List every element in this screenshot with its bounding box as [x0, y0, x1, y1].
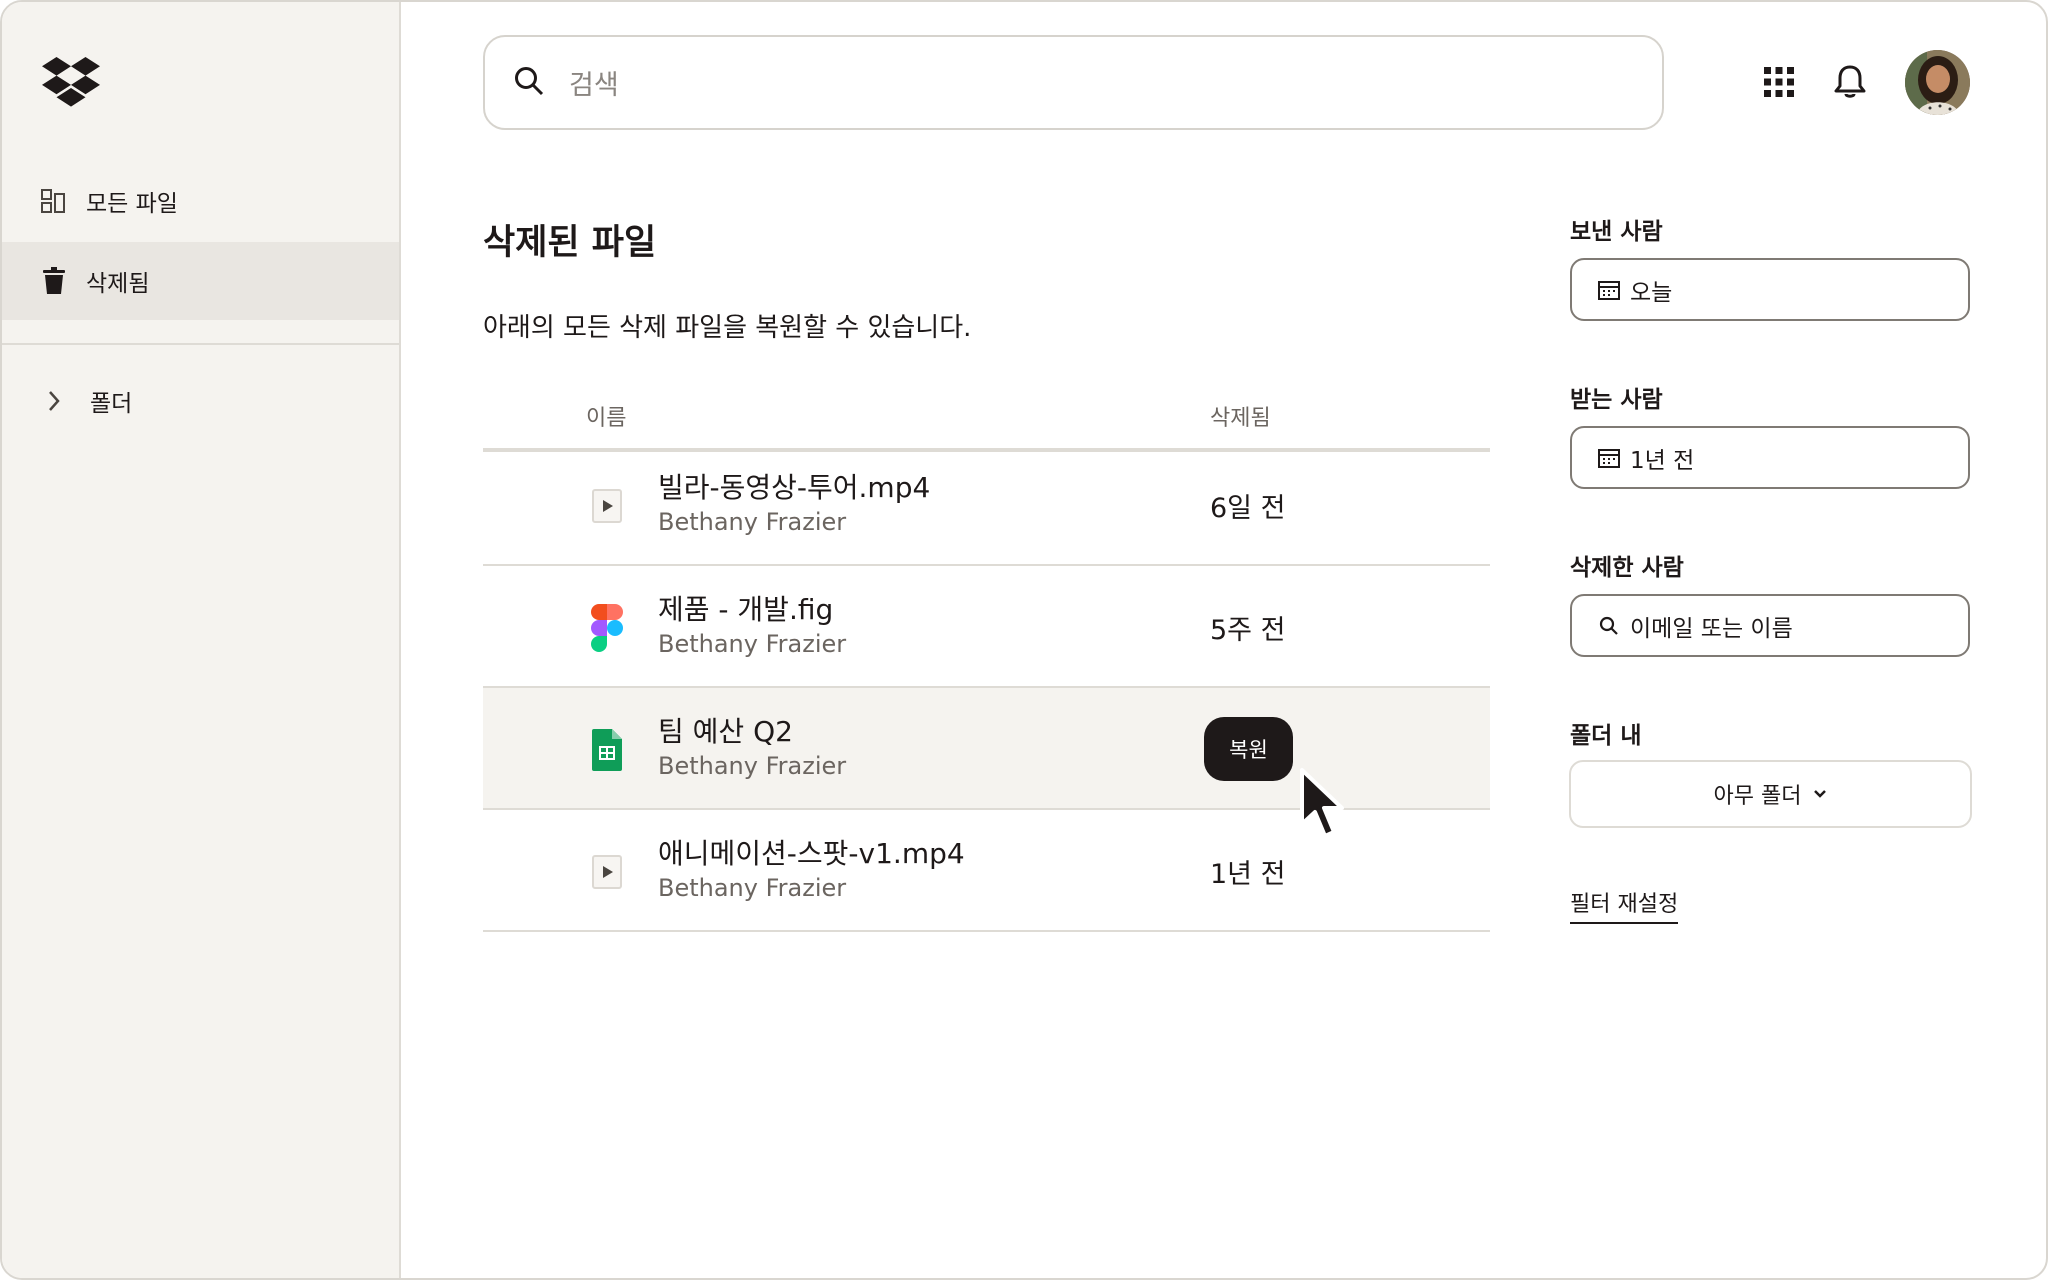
bell-icon[interactable]: [1828, 60, 1872, 104]
filter-from-label: 보낸 사람: [1570, 219, 1663, 245]
table-row[interactable]: 제품 - 개발.fig Bethany Frazier 5주 전: [483, 566, 1490, 688]
calendar-icon: [1598, 279, 1620, 301]
filter-deleted-by-placeholder: 이메일 또는 이름: [1630, 615, 1793, 642]
table-row[interactable]: 빌라-동영상-투어.mp4 Bethany Frazier 6일 전: [483, 444, 1490, 566]
search-input[interactable]: 검색: [483, 35, 1664, 130]
sidebar-divider: [2, 343, 399, 345]
filter-from-field[interactable]: 오늘: [1570, 258, 1970, 321]
page-title: 삭제된 파일: [483, 223, 657, 263]
avatar[interactable]: [1905, 50, 1970, 115]
filter-deleted-by-input[interactable]: 이메일 또는 이름: [1570, 594, 1970, 657]
spreadsheet-file-icon: [590, 726, 624, 774]
app-window: 모든 파일 삭제됨 폴더 검색 삭제된 파일 아래의 모든 삭제 파일을 복원할…: [0, 0, 2048, 1280]
search-icon: [1598, 615, 1620, 637]
figma-file-icon: [590, 604, 624, 652]
calendar-icon: [1598, 447, 1620, 469]
file-owner: Bethany Frazier: [658, 752, 847, 780]
file-name: 빌라-동영상-투어.mp4: [658, 471, 931, 504]
column-header-deleted[interactable]: 삭제됨: [1210, 400, 1271, 432]
search-icon: [513, 65, 545, 101]
deleted-time: 5주 전: [1210, 615, 1286, 646]
sidebar-item-label: 삭제됨: [86, 271, 150, 297]
filter-from-value: 오늘: [1630, 279, 1673, 306]
mouse-cursor-icon: [1300, 768, 1344, 838]
restore-button[interactable]: 복원: [1204, 717, 1293, 781]
page-description: 아래의 모든 삭제 파일을 복원할 수 있습니다.: [483, 313, 972, 343]
reset-filters-link[interactable]: 필터 재설정: [1570, 886, 1679, 924]
filter-folder-label: 폴더 내: [1570, 723, 1642, 749]
filter-to-value: 1년 전: [1630, 447, 1695, 474]
video-file-icon: [590, 848, 624, 896]
chevron-down-icon: [1813, 789, 1827, 799]
sidebar-item-label: 폴더: [90, 391, 133, 417]
sidebar-item-label: 모든 파일: [86, 191, 178, 217]
search-placeholder: 검색: [569, 70, 619, 101]
grid-files-icon: [40, 187, 68, 215]
file-name: 제품 - 개발.fig: [658, 593, 834, 626]
sidebar-item-deleted[interactable]: 삭제됨: [2, 242, 399, 320]
file-name: 애니메이션-스팟-v1.mp4: [658, 837, 965, 870]
deleted-time: 6일 전: [1210, 493, 1286, 524]
filter-to-field[interactable]: 1년 전: [1570, 426, 1970, 489]
filter-to-label: 받는 사람: [1570, 387, 1663, 413]
filter-deleted-by-label: 삭제한 사람: [1570, 555, 1684, 581]
sidebar-item-all-files[interactable]: 모든 파일: [2, 162, 399, 240]
filter-folder-dropdown[interactable]: 아무 폴더: [1569, 760, 1972, 828]
file-name: 팀 예산 Q2: [658, 715, 793, 748]
file-owner: Bethany Frazier: [658, 508, 847, 536]
file-owner: Bethany Frazier: [658, 630, 847, 658]
chevron-right-icon[interactable]: [40, 387, 68, 415]
deleted-time: 1년 전: [1210, 859, 1286, 890]
sidebar: 모든 파일 삭제됨 폴더: [2, 2, 401, 1278]
filter-folder-value: 아무 폴더: [1713, 784, 1802, 809]
trash-icon: [40, 267, 68, 295]
column-header-name[interactable]: 이름: [586, 400, 626, 432]
apps-grid-icon[interactable]: [1757, 60, 1801, 104]
video-file-icon: [590, 482, 624, 530]
file-owner: Bethany Frazier: [658, 874, 847, 902]
dropbox-logo[interactable]: [42, 57, 100, 107]
sidebar-item-folders[interactable]: 폴더: [2, 362, 399, 440]
